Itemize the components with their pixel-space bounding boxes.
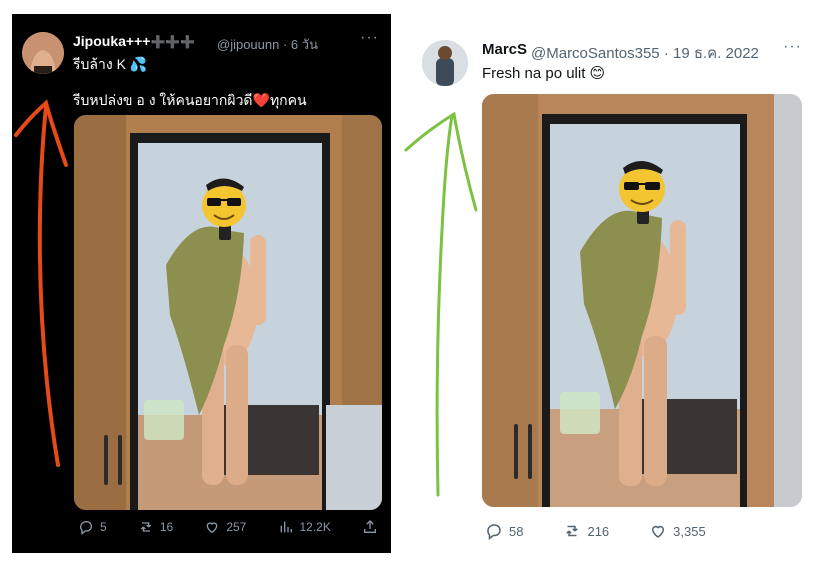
left-name-text: Jipouka+++ (73, 33, 151, 49)
right-reply-count: 58 (509, 523, 524, 539)
right-display-name[interactable]: MarcS (482, 41, 527, 58)
left-retweet-count: 16 (159, 520, 174, 534)
left-share-button[interactable] (362, 519, 378, 535)
mirror-selfie-image (74, 115, 382, 510)
retweet-icon (566, 525, 579, 537)
right-handle[interactable]: @MarcoSantos355 (531, 45, 660, 62)
torso-avatar-image (22, 32, 64, 74)
right-time[interactable]: · 19 ธ.ค. 2022 (664, 45, 759, 62)
right-retweet-button[interactable]: 216 (563, 522, 609, 540)
left-handle[interactable]: @jipouunn (217, 37, 279, 52)
left-views-count: 12.2K (299, 520, 331, 534)
left-hand-drawn-arrow (14, 99, 68, 467)
left-views-button[interactable]: 12.2K (278, 519, 331, 535)
left-display-name[interactable]: Jipouka+++➕➕➕ (73, 33, 195, 49)
right-avatar[interactable] (422, 40, 468, 86)
right-hand-drawn-arrow (404, 111, 478, 497)
views-icon (280, 521, 292, 533)
right-tweet-text: Fresh na po ulit 😊 (482, 65, 606, 82)
left-action-bar: 5 16 257 12.2K (78, 519, 378, 535)
retweet-icon (140, 522, 151, 532)
share-icon (364, 520, 376, 533)
left-reply-count: 5 (100, 520, 107, 534)
right-like-button[interactable]: 3,355 (649, 522, 706, 540)
right-like-count: 3,355 (673, 523, 706, 539)
like-icon (652, 525, 665, 538)
left-time[interactable]: · 6 วัน (283, 37, 318, 52)
left-tweet-text-line1: รีบล้าง K 💦 (73, 56, 148, 72)
left-handle-time: @jipouunn · 6 วัน (217, 34, 318, 55)
right-retweet-count: 216 (587, 523, 610, 539)
left-name-suffix: ➕➕➕ (150, 35, 196, 49)
mirror-avatar-image (422, 40, 468, 86)
left-retweet-button[interactable]: 16 (138, 519, 173, 535)
reply-icon (487, 524, 501, 540)
right-more-icon[interactable]: ··· (783, 38, 802, 56)
left-more-icon[interactable]: ··· (360, 29, 379, 47)
left-avatar[interactable] (22, 32, 64, 74)
right-tweet-photo[interactable] (482, 94, 802, 507)
left-tweet-text-line2: รีบหปล่งข อ ง ให้คนอยากผิวดี❤️ทุกคน (73, 92, 307, 108)
left-reply-button[interactable]: 5 (78, 519, 107, 535)
like-icon (206, 522, 218, 534)
right-action-bar: 58 216 3,355 (485, 522, 745, 540)
reply-icon (79, 520, 92, 535)
left-tweet-photo[interactable] (74, 115, 382, 510)
left-like-count: 257 (226, 520, 247, 534)
right-handle-time: @MarcoSantos355 · 19 ธ.ค. 2022 (531, 41, 759, 65)
left-like-button[interactable]: 257 (204, 519, 246, 535)
right-reply-button[interactable]: 58 (485, 522, 523, 540)
mirror-selfie-image (482, 94, 802, 507)
